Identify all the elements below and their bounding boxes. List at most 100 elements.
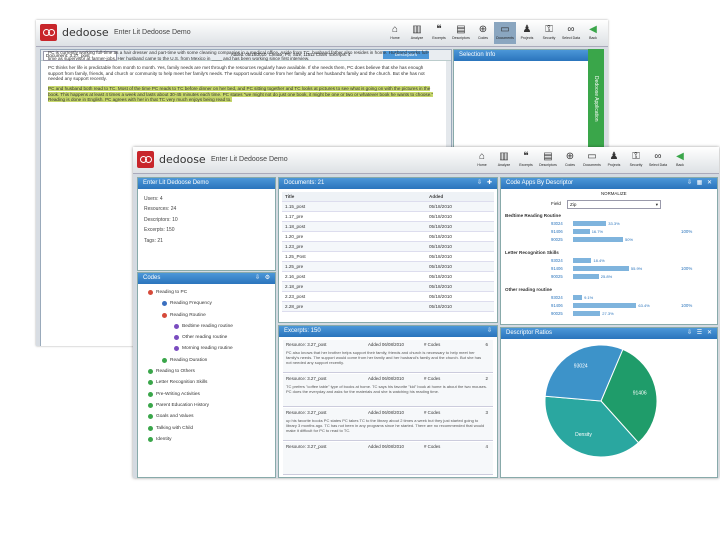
toolbar-select-data-button[interactable]: ∞ Select Data [647,149,669,171]
table-row[interactable]: 2.18_pre 05/18/2010 [282,281,494,292]
code-item[interactable]: Reading Frequency [142,298,271,309]
toolbar-home-button[interactable]: ⌂ Home [471,149,493,171]
toolbar-back-button[interactable]: ◀ Back [582,22,604,44]
excerpt-added: Added 06/08/2010 [368,376,404,381]
export-icon[interactable]: ⇩ [686,180,693,187]
side-application-tab[interactable]: Dedoose Application [588,49,604,149]
document-date-cell: 05/18/2010 [426,281,494,292]
table-row[interactable]: 2.16_post 05/18/2010 [282,271,494,282]
monitor-icon: ▭ [587,151,597,162]
toolbar-descriptors-button[interactable]: ▤ Descriptors [450,22,472,44]
code-item[interactable]: Bedtime reading routine [142,321,271,332]
toolbar-analyze-button[interactable]: ▥ Analyze [493,149,515,171]
code-item[interactable]: Goals and Values [142,411,271,422]
toolbar-excerpts-button[interactable]: ❝ Excerpts [515,149,537,171]
document-title-cell: 1.23_pre [282,241,426,252]
code-item[interactable]: Reading to PC [142,287,271,298]
percentage-label: 63.4% [638,303,650,308]
toolbar-buttons: ⌂ Home ▥ Analyze ❝ Excerpts ▤ Descriptors ⊕ C… [384,22,604,44]
toolbar-projects-button[interactable]: ♟ Projects [516,22,538,44]
table-row[interactable]: 1.20_pre 05/18/2010 [282,231,494,242]
table-row[interactable]: 1.23_pre 05/18/2010 [282,241,494,252]
toolbar-codes-button[interactable]: ⊕ Codes [559,149,581,171]
percentage-bar [573,303,637,308]
close-icon[interactable]: ✕ [706,180,713,187]
excerpt-text: TC prefers "coffee table" type of books … [286,384,487,394]
grid-icon[interactable]: ▦ [696,180,703,187]
export-icon[interactable]: ⇩ [254,275,261,282]
excerpts-panel: Excerpts: 150 ⇩ Resource: 3.27_post Added… [278,325,498,478]
excerpt-codes-count: 2 [485,376,488,381]
code-item[interactable]: Talking with Child [142,423,271,434]
list-icon[interactable]: ☰ [696,330,703,337]
excerpt-header: Resource: 3.27_post Added 06/08/2010 # Cod… [286,444,490,450]
toolbar-select-data-button[interactable]: ∞ Select Data [560,22,582,44]
toolbar-documents-button[interactable]: ▭ Documents [581,149,603,171]
code-color-icon [162,312,167,318]
stat-row: Descriptors: 10 [144,216,178,223]
download-icon[interactable]: ⇩ [476,180,483,187]
dedoose-logo-icon [40,24,57,41]
code-item[interactable]: Reading Duration [142,355,271,366]
toolbar-security-button[interactable]: ⚿ Security [625,149,647,171]
document-title-cell: 2.16_post [282,271,426,282]
close-icon[interactable]: ✕ [706,330,713,337]
percentage-label: 55.9% [630,266,643,271]
document-date-cell: 05/18/2010 [426,301,494,312]
toolbar-home-button[interactable]: ⌂ Home [384,22,406,44]
toolbar-security-button[interactable]: ⚿ Security [538,22,560,44]
export-icon[interactable]: ⇩ [686,330,693,337]
export-icon[interactable]: ⇩ [486,328,493,335]
code-item[interactable]: Other reading routine [142,332,271,343]
percentage-bar [573,221,607,226]
column-header-title[interactable]: Title [282,192,426,202]
code-item[interactable]: Reading Routine [142,310,271,321]
excerpt-row[interactable]: Resource: 3.27_post Added 06/08/2010 # Cod… [283,340,493,373]
toolbar-analyze-button[interactable]: ▥ Analyze [406,22,428,44]
front-app-window: dedoose Enter Lit Dedoose Demo ⌂ Home ▥ An… [133,147,719,478]
arrow-left-icon: ◀ [676,151,684,162]
toolbar-projects-button[interactable]: ♟ Projects [603,149,625,171]
toolbar-excerpts-button[interactable]: ❝ Excerpts [428,22,450,44]
excerpt-row[interactable]: Resource: 3.27_post Added 06/08/2010 # Cod… [283,408,493,441]
excerpt-row[interactable]: Resource: 3.27_post Added 06/08/2010 # Cod… [283,374,493,407]
table-row[interactable]: 1.17_pre 05/18/2010 [282,211,494,222]
percentage-bar [573,274,599,279]
zip-label: 93024 [551,221,563,226]
normalize-control[interactable]: NORMALIZE [601,191,627,196]
excerpt-text: up his favorite books PC states PC takes… [286,418,485,433]
code-item[interactable]: Reading to Others [142,366,271,377]
excerpt-header: Resource: 3.27_post Added 06/08/2010 # Cod… [286,342,490,348]
gear-icon[interactable]: ⚙ [264,275,271,282]
toolbar-codes-button[interactable]: ⊕ Codes [472,22,494,44]
excerpt-row[interactable]: Resource: 3.27_post Added 06/08/2010 # Cod… [283,442,493,475]
document-date-cell: 05/18/2010 [426,241,494,252]
descriptor-ratios-panel: Descriptor Ratios ⇩ ☰ ✕ 91406 Density 9302… [500,327,718,478]
document-date-cell: 05/18/2010 [426,251,494,262]
code-item[interactable]: Identity [142,434,271,445]
table-row[interactable]: 1.25_Post 05/18/2010 [282,251,494,262]
code-item[interactable]: Pre-Writing Activities [142,389,271,400]
toolbar-back-button[interactable]: ◀ Back [669,149,691,171]
code-item[interactable]: Letter Recognition Skills [142,377,271,388]
code-item[interactable]: Morning reading routine [142,343,271,354]
documents-panel: Documents: 21 ⇩ ✚ Title Added 1.15_post 0… [278,177,498,323]
field-select[interactable]: Zip ▾ [567,200,661,209]
table-row[interactable]: 1.18_post 05/18/2010 [282,221,494,232]
table-row[interactable]: 1.25_pre 05/18/2010 [282,261,494,272]
dedoose-logo-icon [137,151,154,168]
normalize-label: NORMALIZE [601,191,627,196]
code-item[interactable]: Parent Education History [142,400,271,411]
toolbar-descriptors-button[interactable]: ▤ Descriptors [537,149,559,171]
project-title: Enter Lit Dedoose Demo [211,156,288,163]
table-row[interactable]: 1.15_post 05/18/2010 [282,201,494,212]
table-row[interactable]: 2.28_pre 05/18/2010 [282,301,494,312]
zip-label: 93024 [551,258,563,263]
toolbar-documents-button[interactable]: ▭ Documents [494,22,516,44]
document-date-cell: 05/18/2010 [426,201,494,212]
add-icon[interactable]: ✚ [486,180,493,187]
percentage-label: 27.3% [602,311,614,316]
table-row[interactable]: 2.23_post 05/18/2010 [282,291,494,302]
document-paragraph-highlighted: PC and husband both read to TC. Most of … [48,85,434,103]
column-header-added[interactable]: Added [426,192,494,202]
